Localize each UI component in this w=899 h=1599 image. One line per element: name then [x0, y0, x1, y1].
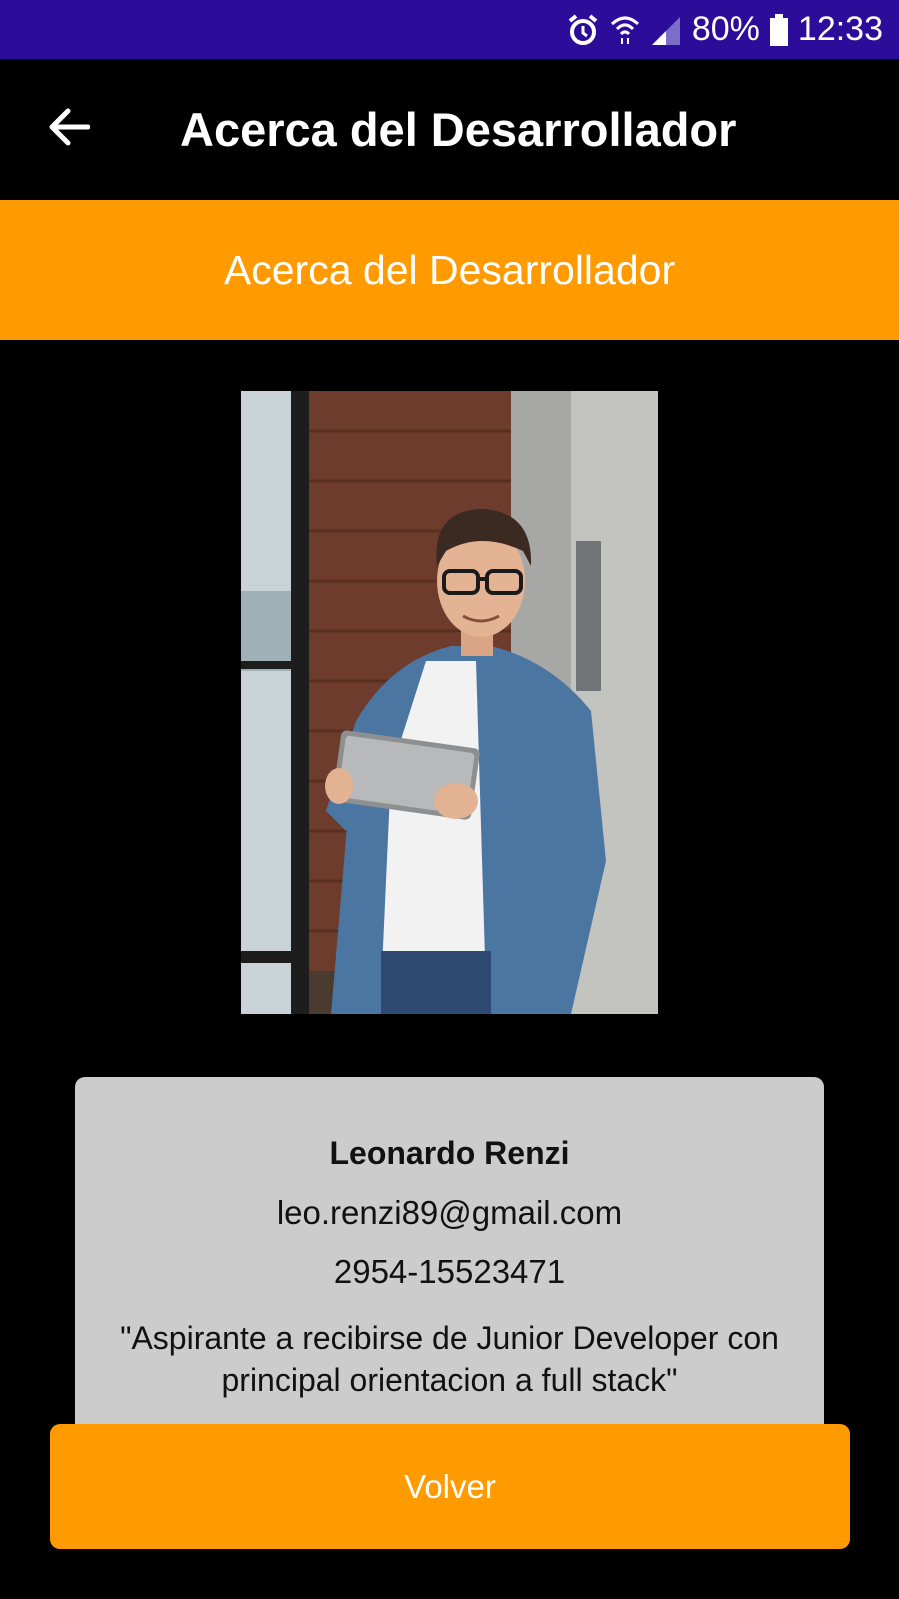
volver-button-label: Volver	[404, 1467, 496, 1505]
banner-title: Acerca del Desarrollador	[223, 246, 676, 293]
wifi-icon	[610, 14, 640, 46]
signal-icon	[650, 15, 682, 45]
app-bar: Acerca del Desarrollador	[0, 59, 899, 200]
status-icons: 80% 12:33	[566, 0, 883, 59]
developer-info-card: Leonardo Renzi leo.renzi89@gmail.com 295…	[75, 1077, 824, 1432]
developer-photo	[241, 391, 658, 1014]
arrow-left-icon	[46, 107, 91, 152]
developer-email: leo.renzi89@gmail.com	[276, 1194, 623, 1231]
alarm-icon	[566, 13, 600, 47]
developer-phone: 2954-15523471	[333, 1253, 566, 1290]
header-banner: Acerca del Desarrollador	[0, 200, 899, 340]
back-button[interactable]	[36, 97, 100, 161]
developer-quote: "Aspirante a recibirse de Junior Develop…	[120, 1320, 779, 1398]
battery-percent: 80%	[691, 10, 760, 48]
developer-name: Leonardo Renzi	[329, 1135, 570, 1171]
clock-time: 12:33	[797, 10, 883, 48]
volver-button[interactable]: Volver	[50, 1424, 850, 1549]
page-title: Acerca del Desarrollador	[180, 103, 737, 156]
status-bar: 80% 12:33	[0, 0, 899, 59]
battery-icon	[769, 13, 788, 46]
